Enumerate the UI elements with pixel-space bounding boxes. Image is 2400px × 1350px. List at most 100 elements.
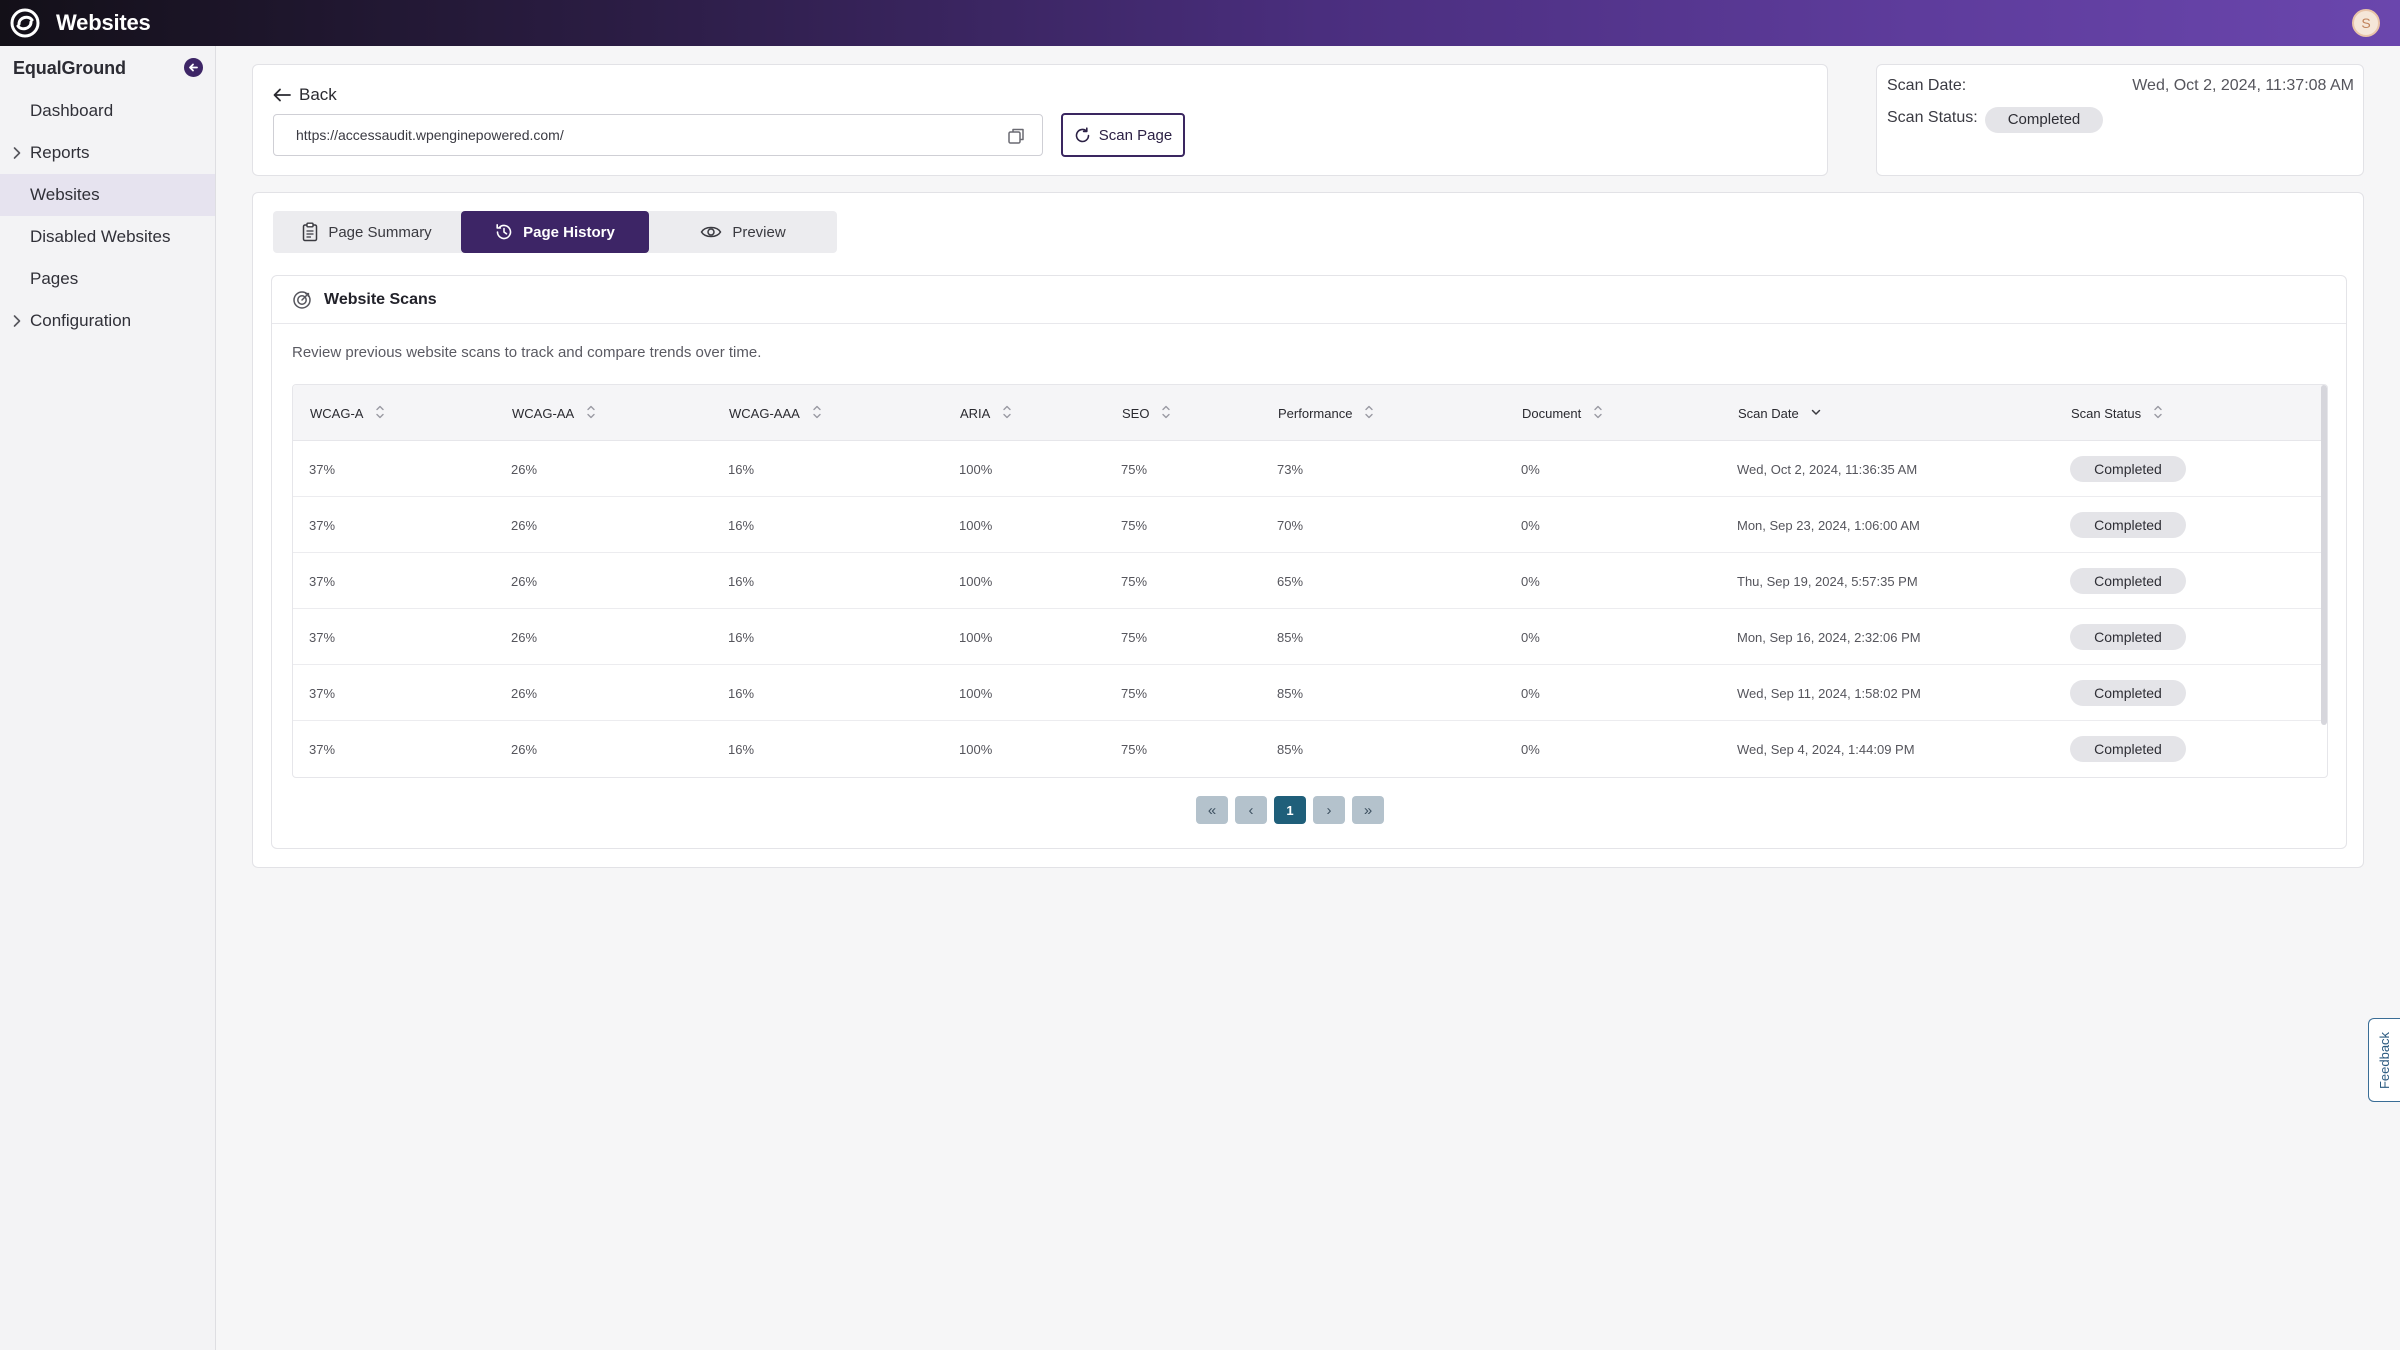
cell-wcag-a: 37%: [309, 629, 336, 645]
cell-wcag-aaa: 16%: [728, 685, 755, 701]
scan-info-card: Scan Date: Wed, Oct 2, 2024, 11:37:08 AM…: [1876, 64, 2364, 176]
scans-table: WCAG-A WCAG-AA WCAG-AAA ARIA SEO Performance D…: [292, 384, 2328, 778]
status-badge: Completed: [2070, 568, 2186, 594]
pagination: « ‹ 1 › »: [1196, 796, 1391, 824]
next-page-button[interactable]: ›: [1313, 796, 1345, 824]
sort-icon[interactable]: [586, 404, 596, 423]
arrow-left-icon: [273, 88, 291, 102]
back-label: Back: [299, 85, 337, 104]
cell-wcag-aa: 26%: [511, 741, 538, 757]
sort-icon[interactable]: [375, 404, 385, 423]
chevron-right-icon: [10, 146, 24, 160]
column-header-wcag-aaa[interactable]: WCAG-AAA: [729, 385, 822, 441]
feedback-tab[interactable]: Feedback: [2368, 1018, 2400, 1102]
target-icon: [293, 290, 311, 309]
sort-icon[interactable]: [1002, 404, 1012, 423]
cell-scan-status: Completed: [2070, 497, 2186, 553]
sidebar-item-label: Reports: [30, 143, 90, 162]
table-row[interactable]: 37% 26% 16% 100% 75% 73% 0% Wed, Oct 2, 2024, 1…: [293, 441, 2327, 497]
column-header-scan-status[interactable]: Scan Status: [2071, 385, 2163, 441]
sort-icon[interactable]: [1593, 404, 1603, 423]
column-header-wcag-a[interactable]: WCAG-A: [310, 385, 385, 441]
cell-scan-status: Completed: [2070, 441, 2186, 497]
column-header-label: WCAG-AA: [512, 405, 575, 421]
cell-aria: 100%: [959, 573, 993, 589]
copy-icon[interactable]: [1006, 126, 1026, 146]
tab-page-history[interactable]: Page History: [461, 211, 649, 253]
cell-scan-status: Completed: [2070, 553, 2186, 609]
cell-wcag-aaa: 16%: [728, 517, 755, 533]
collapse-sidebar-button[interactable]: [184, 58, 203, 77]
cell-wcag-aaa: 16%: [728, 741, 755, 757]
user-avatar[interactable]: S: [2352, 9, 2380, 37]
last-page-button[interactable]: »: [1352, 796, 1384, 824]
column-header-scan-date[interactable]: Scan Date: [1738, 385, 1821, 441]
sidebar-item-websites[interactable]: Websites: [0, 174, 215, 216]
scan-date-value: Wed, Oct 2, 2024, 11:37:08 AM: [2132, 77, 2354, 94]
sidebar-item-pages[interactable]: Pages: [0, 258, 215, 300]
website-scans-panel: Website Scans Review previous website sc…: [271, 275, 2347, 849]
sidebar-item-label: Configuration: [30, 311, 132, 330]
sort-icon[interactable]: [1811, 406, 1821, 421]
app-logo-icon[interactable]: [8, 6, 42, 40]
sort-icon[interactable]: [1364, 404, 1374, 423]
back-link[interactable]: Back: [273, 85, 337, 105]
cell-wcag-aaa: 16%: [728, 629, 755, 645]
cell-scan-date: Wed, Sep 4, 2024, 1:44:09 PM: [1737, 741, 1915, 757]
column-header-document[interactable]: Document: [1522, 385, 1603, 441]
tab-page-summary-label: Page Summary: [328, 223, 432, 241]
sidebar-item-dashboard[interactable]: Dashboard: [0, 90, 215, 132]
cell-document: 0%: [1521, 741, 1540, 757]
sort-icon[interactable]: [1161, 404, 1171, 423]
cell-seo: 75%: [1121, 741, 1148, 757]
sort-icon[interactable]: [2153, 404, 2163, 423]
cell-aria: 100%: [959, 741, 993, 757]
tab-preview[interactable]: Preview: [649, 211, 837, 253]
scans-table-header: WCAG-A WCAG-AA WCAG-AAA ARIA SEO Performance D…: [293, 385, 2327, 441]
cell-wcag-aaa: 16%: [728, 461, 755, 477]
first-page-button[interactable]: «: [1196, 796, 1228, 824]
page-1-button[interactable]: 1: [1274, 796, 1306, 824]
scans-table-body: 37% 26% 16% 100% 75% 73% 0% Wed, Oct 2, 2024, 1…: [293, 441, 2327, 777]
table-row[interactable]: 37% 26% 16% 100% 75% 85% 0% Wed, Sep 11, 2024, …: [293, 665, 2327, 721]
history-icon: [496, 224, 512, 240]
tab-preview-label: Preview: [732, 223, 786, 241]
scan-status-label: Scan Status:: [1887, 109, 1978, 126]
cell-wcag-a: 37%: [309, 685, 336, 701]
cell-wcag-aa: 26%: [511, 461, 538, 477]
scan-page-label: Scan Page: [1098, 126, 1173, 144]
cell-scan-status: Completed: [2070, 665, 2186, 721]
table-row[interactable]: 37% 26% 16% 100% 75% 70% 0% Mon, Sep 23, 2024, …: [293, 497, 2327, 553]
sidebar: EqualGround Dashboard Reports Websites Disa…: [0, 46, 216, 1350]
sidebar-nav: Dashboard Reports Websites Disabled Website…: [0, 90, 215, 342]
cell-seo: 75%: [1121, 573, 1148, 589]
table-row[interactable]: 37% 26% 16% 100% 75% 85% 0% Mon, Sep 16, 2024, …: [293, 609, 2327, 665]
tab-page-summary[interactable]: Page Summary: [273, 211, 461, 253]
sidebar-item-configuration[interactable]: Configuration: [0, 300, 215, 342]
arrow-left-icon: [189, 63, 198, 72]
table-row[interactable]: 37% 26% 16% 100% 75% 85% 0% Wed, Sep 4, 2024, 1…: [293, 721, 2327, 777]
cell-wcag-aa: 26%: [511, 573, 538, 589]
column-header-label: Performance: [1278, 405, 1353, 421]
sidebar-item-reports[interactable]: Reports: [0, 132, 215, 174]
status-badge: Completed: [2070, 624, 2186, 650]
cell-aria: 100%: [959, 685, 993, 701]
column-header-performance[interactable]: Performance: [1278, 385, 1374, 441]
column-header-wcag-aa[interactable]: WCAG-AA: [512, 385, 596, 441]
cell-document: 0%: [1521, 685, 1540, 701]
table-scrollbar[interactable]: [2321, 385, 2327, 725]
cell-wcag-aaa: 16%: [728, 573, 755, 589]
cell-performance: 85%: [1277, 685, 1304, 701]
page-url-card: Back https://accessaudit.wpenginepowered…: [252, 64, 1828, 176]
prev-page-button[interactable]: ‹: [1235, 796, 1267, 824]
cell-document: 0%: [1521, 461, 1540, 477]
sort-icon[interactable]: [812, 404, 822, 423]
table-row[interactable]: 37% 26% 16% 100% 75% 65% 0% Thu, Sep 19, 2024, …: [293, 553, 2327, 609]
status-badge: Completed: [2070, 736, 2186, 762]
page-url-field[interactable]: https://accessaudit.wpenginepowered.com/: [273, 114, 1043, 156]
column-header-seo[interactable]: SEO: [1122, 385, 1171, 441]
sidebar-item-disabled-websites[interactable]: Disabled Websites: [0, 216, 215, 258]
column-header-aria[interactable]: ARIA: [960, 385, 1012, 441]
scan-page-button[interactable]: Scan Page: [1061, 113, 1185, 157]
eye-icon: [700, 226, 722, 238]
